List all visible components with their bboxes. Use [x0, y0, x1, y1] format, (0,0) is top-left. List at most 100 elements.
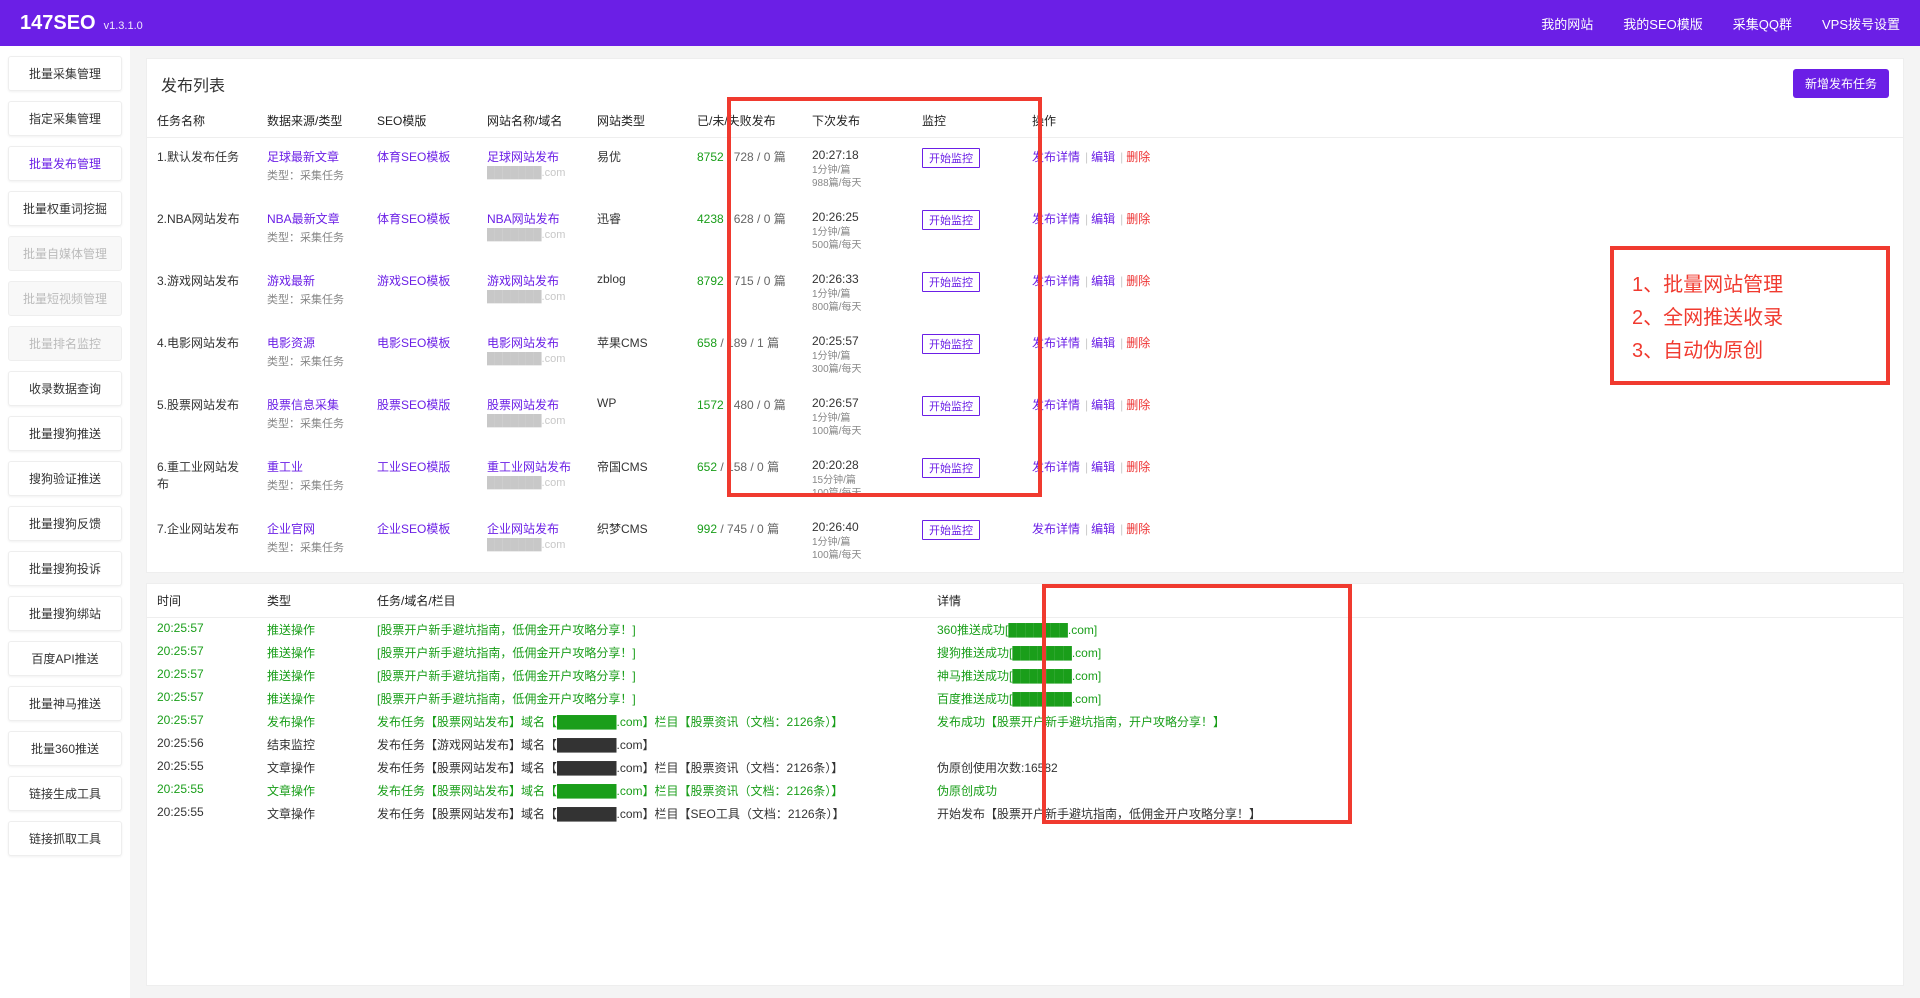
task-source: 足球最新文章类型：采集任务 [257, 138, 367, 201]
task-source: 企业官网类型：采集任务 [257, 510, 367, 572]
sidebar-item[interactable]: 指定采集管理 [8, 101, 122, 136]
sidebar-item[interactable]: 批量采集管理 [8, 56, 122, 91]
start-monitor-button[interactable]: 开始监控 [922, 458, 980, 478]
delete-link[interactable]: 删除 [1126, 212, 1150, 226]
monitor-cell: 开始监控 [912, 510, 1022, 572]
sidebar-item[interactable]: 链接生成工具 [8, 776, 122, 811]
sidebar-item[interactable]: 收录数据查询 [8, 371, 122, 406]
sidebar-item[interactable]: 搜狗验证推送 [8, 461, 122, 496]
delete-link[interactable]: 删除 [1126, 150, 1150, 164]
monitor-cell: 开始监控 [912, 138, 1022, 201]
feature-line: 1、批量网站管理 [1632, 268, 1868, 297]
sidebar-item[interactable]: 批量搜狗投诉 [8, 551, 122, 586]
delete-link[interactable]: 删除 [1126, 336, 1150, 350]
log-row: 20:25:57推送操作[股票开户新手避坑指南，低佣金开户攻略分享！]360推送… [147, 618, 1903, 641]
edit-link[interactable]: 编辑 [1091, 336, 1115, 350]
log-type: 文章操作 [257, 802, 367, 825]
sidebar-item[interactable]: 批量搜狗推送 [8, 416, 122, 451]
publish-count: 992 / 745 / 0 篇 [687, 510, 802, 572]
sidebar-item[interactable]: 批量360推送 [8, 731, 122, 766]
log-time: 20:25:56 [147, 733, 257, 756]
publish-count: 8752 / 728 / 0 篇 [687, 138, 802, 201]
actions-cell: 发布详情|编辑|删除 [1022, 510, 1903, 572]
publish-count: 1572 / 480 / 0 篇 [687, 386, 802, 448]
publish-count: 652 / 158 / 0 篇 [687, 448, 802, 510]
detail-link[interactable]: 发布详情 [1032, 522, 1080, 536]
log-detail [927, 733, 1903, 756]
detail-link[interactable]: 发布详情 [1032, 150, 1080, 164]
log-column-header: 详情 [927, 584, 1903, 618]
log-type: 结束监控 [257, 733, 367, 756]
sidebar-item[interactable]: 百度API推送 [8, 641, 122, 676]
nav-item[interactable]: 我的网站 [1541, 14, 1593, 33]
column-header: 操作 [1022, 104, 1903, 138]
log-type: 推送操作 [257, 641, 367, 664]
nav-item[interactable]: VPS拨号设置 [1822, 14, 1900, 33]
log-type: 推送操作 [257, 618, 367, 641]
detail-link[interactable]: 发布详情 [1032, 212, 1080, 226]
log-type: 发布操作 [257, 710, 367, 733]
column-header: 网站名称/域名 [477, 104, 587, 138]
task-name: 1.默认发布任务 [147, 138, 257, 201]
start-monitor-button[interactable]: 开始监控 [922, 396, 980, 416]
sidebar-item[interactable]: 批量发布管理 [8, 146, 122, 181]
edit-link[interactable]: 编辑 [1091, 398, 1115, 412]
delete-link[interactable]: 删除 [1126, 522, 1150, 536]
log-column-header: 类型 [257, 584, 367, 618]
site-type: 易优 [587, 138, 687, 201]
task-site: 重工业网站发布███████.com [477, 448, 587, 510]
app-header: 147SEO v1.3.1.0 我的网站我的SEO模版采集QQ群VPS拨号设置 [0, 0, 1920, 46]
main-content: 发布列表 新增发布任务 任务名称数据来源/类型SEO模版网站名称/域名网站类型已… [130, 46, 1920, 998]
sidebar-item[interactable]: 批量权重词挖掘 [8, 191, 122, 226]
start-monitor-button[interactable]: 开始监控 [922, 272, 980, 292]
task-source: 重工业类型：采集任务 [257, 448, 367, 510]
task-template: 游戏SEO模板 [367, 262, 477, 324]
log-scroll-area[interactable]: 20:25:57推送操作[股票开户新手避坑指南，低佣金开户攻略分享！]360推送… [147, 618, 1903, 985]
edit-link[interactable]: 编辑 [1091, 150, 1115, 164]
edit-link[interactable]: 编辑 [1091, 460, 1115, 474]
start-monitor-button[interactable]: 开始监控 [922, 210, 980, 230]
monitor-cell: 开始监控 [912, 448, 1022, 510]
start-monitor-button[interactable]: 开始监控 [922, 148, 980, 168]
site-type: 帝国CMS [587, 448, 687, 510]
sidebar-item[interactable]: 批量搜狗绑站 [8, 596, 122, 631]
log-task: 发布任务【股票网站发布】域名【███████.com】栏目【SEO工具（文档：2… [367, 802, 927, 825]
task-site: NBA网站发布███████.com [477, 200, 587, 262]
nav-item[interactable]: 我的SEO模版 [1623, 14, 1702, 33]
log-type: 推送操作 [257, 664, 367, 687]
edit-link[interactable]: 编辑 [1091, 274, 1115, 288]
nav-item[interactable]: 采集QQ群 [1733, 14, 1792, 33]
next-publish: 20:20:2815分钟/篇100篇/每天 [802, 448, 912, 510]
publish-count: 658 / 189 / 1 篇 [687, 324, 802, 386]
edit-link[interactable]: 编辑 [1091, 212, 1115, 226]
detail-link[interactable]: 发布详情 [1032, 336, 1080, 350]
edit-link[interactable]: 编辑 [1091, 522, 1115, 536]
publish-count: 8792 / 715 / 0 篇 [687, 262, 802, 324]
start-monitor-button[interactable]: 开始监控 [922, 334, 980, 354]
sidebar-item[interactable]: 链接抓取工具 [8, 821, 122, 856]
log-time: 20:25:57 [147, 664, 257, 687]
sidebar: 批量采集管理指定采集管理批量发布管理批量权重词挖掘批量自媒体管理批量短视频管理批… [0, 46, 130, 998]
column-header: 下次发布 [802, 104, 912, 138]
log-row: 20:25:57推送操作[股票开户新手避坑指南，低佣金开户攻略分享！]百度推送成… [147, 687, 1903, 710]
column-header: 已/未/失败发布 [687, 104, 802, 138]
log-detail: 伪原创使用次数:16582 [927, 756, 1903, 779]
detail-link[interactable]: 发布详情 [1032, 398, 1080, 412]
task-template: 体育SEO模板 [367, 200, 477, 262]
detail-link[interactable]: 发布详情 [1032, 274, 1080, 288]
delete-link[interactable]: 删除 [1126, 274, 1150, 288]
site-type: 苹果CMS [587, 324, 687, 386]
delete-link[interactable]: 删除 [1126, 398, 1150, 412]
add-publish-task-button[interactable]: 新增发布任务 [1793, 69, 1889, 98]
log-row: 20:25:55文章操作发布任务【股票网站发布】域名【███████.com】栏… [147, 779, 1903, 802]
sidebar-item[interactable]: 批量搜狗反馈 [8, 506, 122, 541]
log-task: [股票开户新手避坑指南，低佣金开户攻略分享！] [367, 664, 927, 687]
task-name: 7.企业网站发布 [147, 510, 257, 572]
start-monitor-button[interactable]: 开始监控 [922, 520, 980, 540]
sidebar-item[interactable]: 批量神马推送 [8, 686, 122, 721]
detail-link[interactable]: 发布详情 [1032, 460, 1080, 474]
log-time: 20:25:57 [147, 618, 257, 641]
task-template: 体育SEO模板 [367, 138, 477, 201]
log-column-header: 任务/域名/栏目 [367, 584, 927, 618]
delete-link[interactable]: 删除 [1126, 460, 1150, 474]
